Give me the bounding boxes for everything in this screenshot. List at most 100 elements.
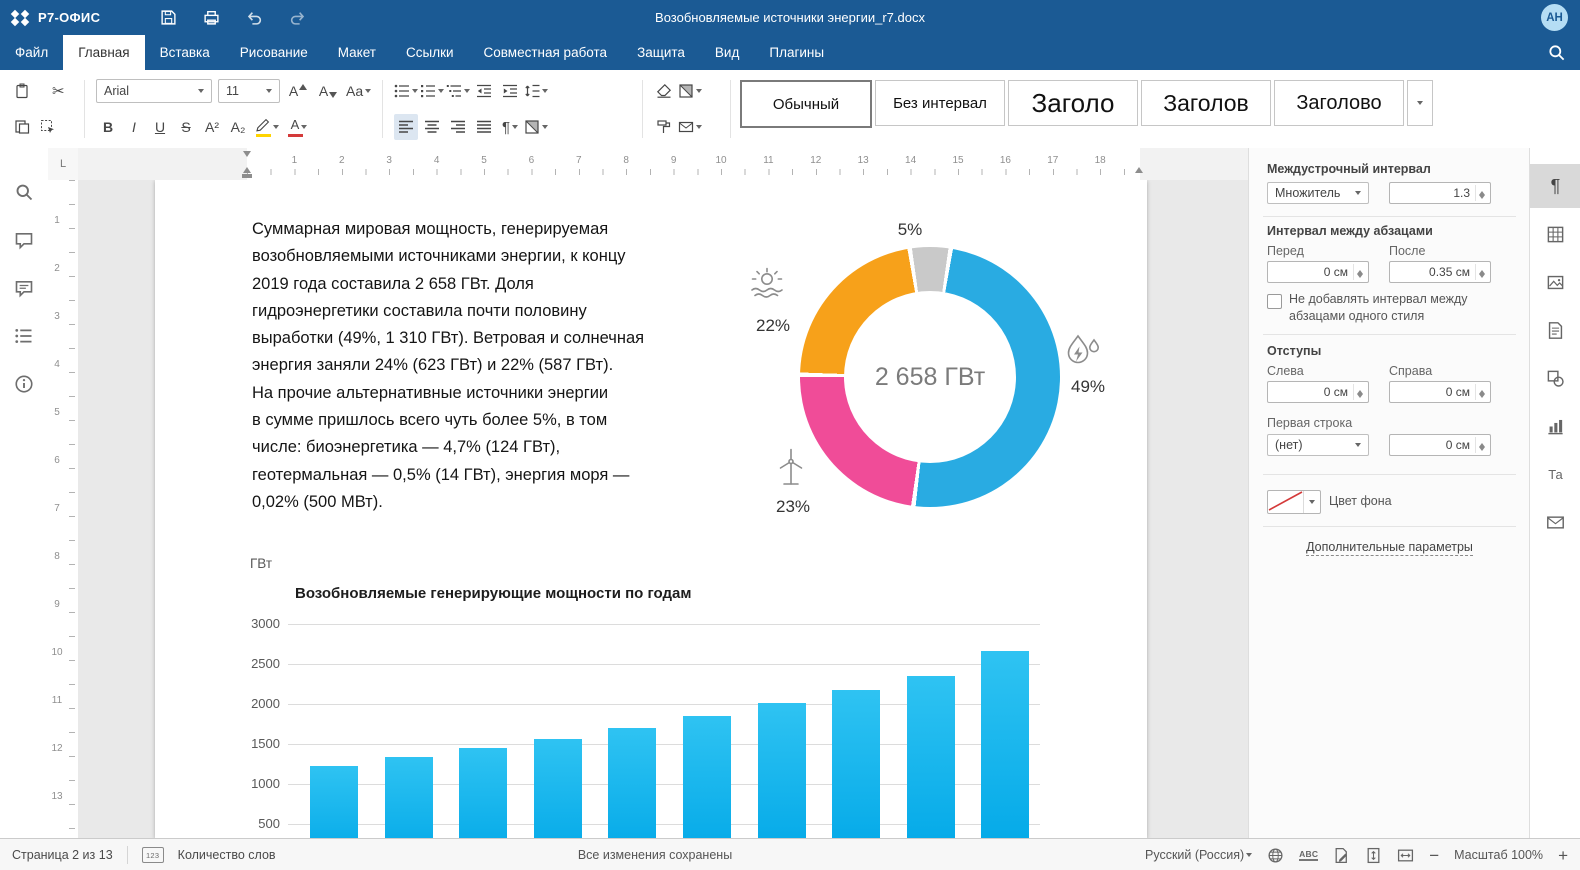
- document-canvas[interactable]: Суммарная мировая мощность, генерируемая…: [78, 180, 1248, 838]
- font-color-button[interactable]: A: [284, 114, 314, 140]
- background-color-picker[interactable]: [1267, 490, 1321, 514]
- tab-collaboration[interactable]: Совместная работа: [469, 35, 623, 70]
- style-normal[interactable]: Обычный: [740, 80, 872, 128]
- indent-right-input[interactable]: 0 см: [1389, 381, 1491, 403]
- underline-button[interactable]: U: [148, 114, 172, 140]
- spellcheck-icon[interactable]: ABC: [1299, 849, 1318, 861]
- style-heading2[interactable]: Заголов: [1141, 80, 1271, 126]
- cut-button[interactable]: ✂: [36, 78, 65, 104]
- styles-gallery-expand[interactable]: [1407, 80, 1433, 126]
- change-case-button[interactable]: Aa: [346, 78, 371, 104]
- fit-page-icon[interactable]: [1365, 847, 1382, 864]
- tab-plugins[interactable]: Плагины: [754, 35, 839, 70]
- find-icon[interactable]: [14, 182, 34, 202]
- align-left-button[interactable]: [394, 114, 418, 140]
- style-no-spacing[interactable]: Без интервал: [875, 80, 1005, 126]
- tab-protection[interactable]: Защита: [622, 35, 700, 70]
- paste-button[interactable]: [10, 78, 34, 104]
- copy-style-button[interactable]: [652, 114, 676, 140]
- increase-font-button[interactable]: A: [286, 78, 310, 104]
- redo-icon[interactable]: [289, 9, 306, 26]
- select-all-button[interactable]: [36, 114, 60, 140]
- tab-insert[interactable]: Вставка: [145, 35, 225, 70]
- first-line-indent-marker[interactable]: [243, 151, 251, 157]
- word-count-label[interactable]: Количество слов: [178, 848, 276, 862]
- undo-icon[interactable]: [246, 9, 263, 26]
- paragraph-settings-icon[interactable]: ¶: [1530, 164, 1580, 208]
- increase-indent-button[interactable]: [498, 78, 522, 104]
- tab-stop-selector[interactable]: L: [48, 148, 78, 181]
- indent-left-spinner[interactable]: [1353, 384, 1366, 400]
- line-spacing-type-select[interactable]: Множитель: [1267, 182, 1369, 204]
- tab-view[interactable]: Вид: [700, 35, 754, 70]
- first-line-size-input[interactable]: 0 см: [1389, 434, 1491, 456]
- shape-settings-icon[interactable]: [1530, 356, 1580, 400]
- strikethrough-button[interactable]: S: [174, 114, 198, 140]
- page-indicator[interactable]: Страница 2 из 13: [12, 848, 113, 862]
- spacing-after-input[interactable]: 0.35 см: [1389, 261, 1491, 283]
- image-settings-icon[interactable]: [1530, 260, 1580, 304]
- left-indent-marker[interactable]: [243, 167, 251, 173]
- tab-draw[interactable]: Рисование: [225, 35, 323, 70]
- bullets-button[interactable]: [394, 78, 418, 104]
- chart-settings-icon[interactable]: [1530, 404, 1580, 448]
- fit-width-icon[interactable]: [1397, 847, 1414, 864]
- comments-icon[interactable]: [14, 230, 34, 250]
- navigation-icon[interactable]: [14, 326, 34, 346]
- decrease-indent-button[interactable]: [472, 78, 496, 104]
- left-margin-marker[interactable]: [242, 174, 252, 178]
- multilevel-list-button[interactable]: [446, 78, 470, 104]
- document-page[interactable]: Суммарная мировая мощность, генерируемая…: [155, 180, 1147, 838]
- about-icon[interactable]: [14, 374, 34, 394]
- line-spacing-value-input[interactable]: 1.3: [1389, 182, 1491, 204]
- horizontal-ruler[interactable]: 123456789101112131415161718: [78, 148, 1248, 181]
- first-line-size-spinner[interactable]: [1475, 437, 1488, 453]
- zoom-out-button[interactable]: −: [1429, 847, 1439, 864]
- font-size-select[interactable]: 11: [218, 79, 280, 103]
- no-spacing-same-style-checkbox[interactable]: [1267, 294, 1282, 309]
- body-paragraph[interactable]: Суммарная мировая мощность, генерируемая…: [252, 216, 730, 516]
- align-justify-button[interactable]: [472, 114, 496, 140]
- spacing-before-input[interactable]: 0 см: [1267, 261, 1369, 283]
- track-changes-icon[interactable]: [1333, 847, 1350, 864]
- nonprinting-chars-button[interactable]: ¶: [498, 114, 522, 140]
- search-icon[interactable]: [1547, 43, 1566, 62]
- print-icon[interactable]: [203, 9, 220, 26]
- tab-home[interactable]: Главная: [63, 35, 144, 70]
- mail-merge-settings-icon[interactable]: [1530, 500, 1580, 544]
- feedback-icon[interactable]: [14, 278, 34, 298]
- language-select[interactable]: Русский (Россия): [1145, 848, 1252, 862]
- shading-button[interactable]: [678, 78, 702, 104]
- table-settings-icon[interactable]: [1530, 212, 1580, 256]
- text-art-settings-icon[interactable]: Та: [1530, 452, 1580, 496]
- style-heading1[interactable]: Заголо: [1008, 80, 1138, 126]
- advanced-settings-link[interactable]: Дополнительные параметры: [1249, 540, 1530, 554]
- superscript-button[interactable]: A²: [200, 114, 224, 140]
- zoom-level[interactable]: Масштаб 100%: [1454, 848, 1543, 862]
- align-right-button[interactable]: [446, 114, 470, 140]
- copy-button[interactable]: [10, 114, 34, 140]
- bold-button[interactable]: B: [96, 114, 120, 140]
- highlight-color-button[interactable]: [252, 114, 282, 140]
- line-spacing-button[interactable]: [524, 78, 548, 104]
- tab-layout[interactable]: Макет: [323, 35, 391, 70]
- subscript-button[interactable]: A₂: [226, 114, 250, 140]
- indent-right-spinner[interactable]: [1475, 384, 1488, 400]
- first-line-select[interactable]: (нет): [1267, 434, 1369, 456]
- tab-file[interactable]: Файл: [0, 35, 63, 70]
- italic-button[interactable]: I: [122, 114, 146, 140]
- save-icon[interactable]: [160, 9, 177, 26]
- font-name-select[interactable]: Arial: [96, 79, 212, 103]
- tab-references[interactable]: Ссылки: [391, 35, 469, 70]
- line-spacing-spinner[interactable]: [1475, 185, 1488, 201]
- decrease-font-button[interactable]: A: [316, 78, 340, 104]
- header-footer-settings-icon[interactable]: [1530, 308, 1580, 352]
- spacing-after-spinner[interactable]: [1475, 264, 1488, 280]
- set-language-icon[interactable]: [1267, 847, 1284, 864]
- indent-left-input[interactable]: 0 см: [1267, 381, 1369, 403]
- align-center-button[interactable]: [420, 114, 444, 140]
- numbering-button[interactable]: [420, 78, 444, 104]
- vertical-ruler[interactable]: 12345678910111213: [48, 180, 79, 838]
- donut-chart[interactable]: 2 658 ГВт: [800, 247, 1060, 507]
- right-indent-marker[interactable]: [1135, 167, 1143, 173]
